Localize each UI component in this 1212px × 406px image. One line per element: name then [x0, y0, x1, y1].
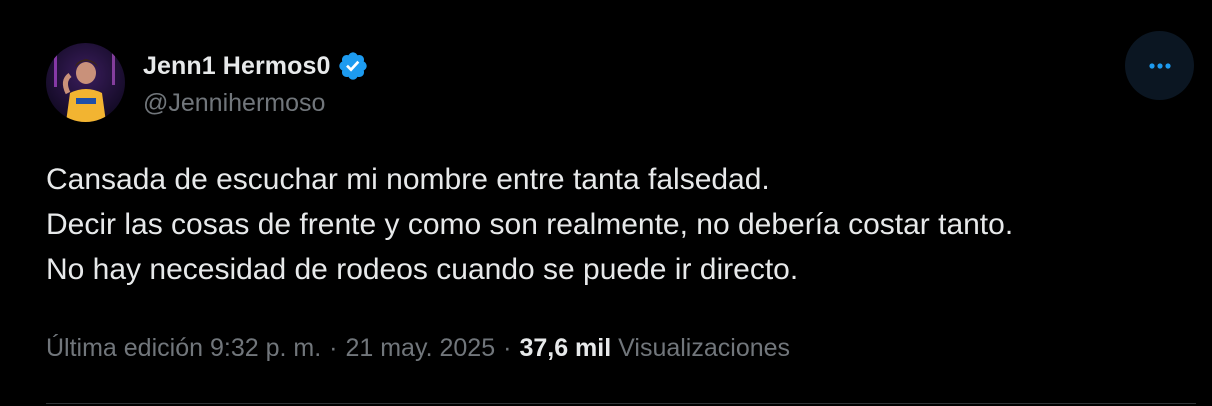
views-label: Visualizaciones [618, 334, 791, 362]
more-options-button[interactable] [1125, 31, 1194, 100]
tweet-time[interactable]: 9:32 p. m. [210, 334, 321, 363]
views-count[interactable]: 37,6 mil [519, 334, 611, 363]
tweet-text: Cansada de escuchar mi nombre entre tant… [46, 157, 1186, 292]
tweet-text-line: Cansada de escuchar mi nombre entre tant… [46, 163, 770, 196]
divider [46, 403, 1196, 404]
tweet-text-line: No hay necesidad de rodeos cuando se pue… [46, 253, 799, 286]
separator-dot: · [503, 334, 512, 362]
avatar-image [46, 43, 125, 122]
tweet-text-line: Decir las cosas de frente y como son rea… [46, 208, 1014, 241]
tweet-metadata: Última edición 9:32 p. m. · 21 may. 2025… [46, 334, 790, 363]
more-horizontal-icon [1148, 62, 1171, 69]
tweet-card: Jenn1 Hermos0 @Jennihermoso Cansada de e… [0, 0, 1212, 406]
author-display-name[interactable]: Jenn1 Hermos0 [143, 52, 331, 81]
edited-label[interactable]: Última edición [46, 334, 203, 363]
separator-dot: · [329, 334, 338, 362]
tweet-date[interactable]: 21 may. 2025 [345, 334, 495, 363]
verified-badge-icon[interactable] [337, 50, 369, 82]
author-name-row: Jenn1 Hermos0 [143, 50, 369, 82]
avatar[interactable] [46, 43, 125, 122]
author-handle[interactable]: @Jennihermoso [143, 89, 325, 118]
